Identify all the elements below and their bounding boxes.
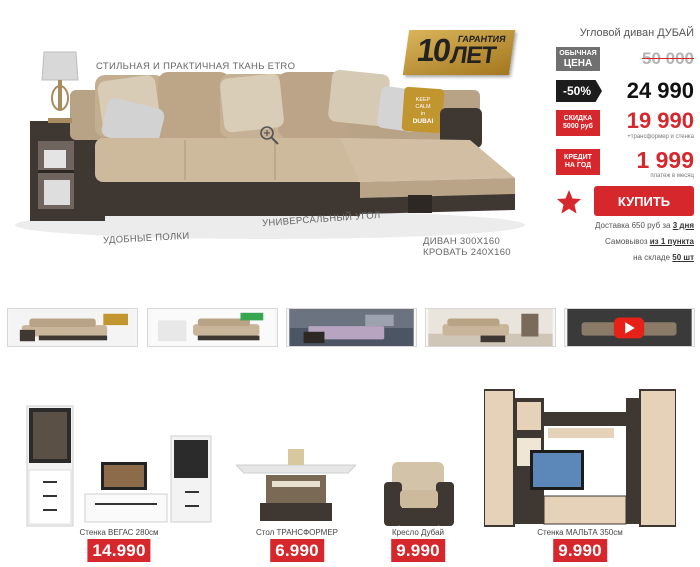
caption-fabric: СТИЛЬНАЯ И ПРАКТИЧНАЯ ТКАНЬ ETRO: [96, 61, 296, 72]
product-title: Угловой диван ДУБАЙ: [579, 27, 694, 39]
lamp-icon: [41, 51, 79, 123]
caption-size-sofa: ДИВАН 300x160: [423, 236, 501, 247]
product-name-vegas[interactable]: Стенка ВЕГАС 280см: [79, 528, 158, 537]
delivery-link[interactable]: 3 дня: [673, 221, 694, 230]
discount-tag: -50%: [556, 80, 602, 102]
product-name-malta[interactable]: Стенка МАЛЬТА 350см: [537, 528, 622, 537]
credit-tag: КРЕДИТ НА ГОД: [556, 149, 600, 175]
regular-tag-line2: ЦЕНА: [563, 57, 593, 69]
thumbnail-sofa-guarantee[interactable]: [7, 308, 138, 347]
caption-size-bed: КРОВАТЬ 240x160: [423, 247, 511, 258]
promo-note: +трансформер и стенка: [627, 134, 694, 140]
regular-price-row: ОБЫЧНАЯ ЦЕНА 50 000: [556, 47, 694, 71]
guarantee-number: 10: [414, 32, 452, 68]
caption-size: ДИВАН 300x160 КРОВАТЬ 240x160: [423, 236, 513, 258]
buy-row: КУПИТЬ: [548, 186, 694, 218]
thumbnail-video[interactable]: [564, 308, 695, 347]
product-image-malta[interactable]: [484, 388, 676, 528]
zoom-icon[interactable]: [258, 124, 280, 146]
pillow-text-keep: KEEP: [416, 97, 431, 103]
pickup-text: Самовывоз: [605, 237, 648, 246]
stock-link[interactable]: 50 шт: [672, 253, 694, 262]
product-name-armchair[interactable]: Кресло Дубай: [392, 528, 444, 537]
product-image-table[interactable]: [236, 445, 356, 527]
credit-price-value: 1 999: [636, 147, 694, 173]
promo-price-value: 19 990: [626, 108, 694, 133]
product-price-armchair: 9.990: [391, 539, 445, 562]
stock-info: на складе 50 шт: [633, 253, 694, 262]
pickup-info: Самовывоз из 1 пункта: [605, 237, 694, 246]
credit-tag-line1: КРЕДИТ: [564, 154, 592, 161]
product-image-vegas[interactable]: [25, 400, 215, 530]
product-price-vegas: 14.990: [87, 539, 151, 562]
thumbnail-sofa-bed-room[interactable]: [286, 308, 417, 347]
credit-row: КРЕДИТ НА ГОД 1 999 платеж в месяц: [556, 147, 694, 179]
stock-text: на складе: [633, 253, 671, 262]
delivery-text: Доставка 650 руб за: [594, 221, 671, 230]
regular-price-tag: ОБЫЧНАЯ ЦЕНА: [556, 47, 600, 71]
thumbnail-strip: [7, 308, 697, 348]
product-name-table[interactable]: Стол ТРАНСФОРМЕР: [256, 528, 338, 537]
pillow-text-calm: CALM: [415, 104, 431, 110]
discount-price-value: 24 990: [626, 78, 694, 103]
regular-price-value: 50 000: [642, 49, 694, 68]
buy-button[interactable]: КУПИТЬ: [594, 186, 694, 216]
product-price-malta: 9.990: [553, 539, 607, 562]
promo-tag: СКИДКА 5000 руб: [556, 110, 600, 136]
hero-image[interactable]: KEEP CALM in DUBAI СТИЛЬНАЯ И ПРАКТИЧНАЯ…: [0, 0, 548, 300]
delivery-info: Доставка 650 руб за 3 дня: [595, 221, 694, 230]
discount-row: -50% 24 990: [556, 78, 694, 103]
product-price-table: 6.990: [270, 539, 324, 562]
product-image-armchair[interactable]: [378, 460, 460, 528]
thumbnail-sofa-living-room[interactable]: [425, 308, 556, 347]
thumbnail-sofa-features[interactable]: [147, 308, 278, 347]
credit-note: платеж в месяц: [650, 173, 694, 179]
star-icon[interactable]: [556, 189, 582, 215]
pillow-text-in: in: [421, 111, 425, 117]
promo-tag-line2: 5000 руб: [563, 123, 593, 130]
product-info-panel: Угловой диван ДУБАЙ ОБЫЧНАЯ ЦЕНА 50 000 …: [548, 0, 700, 300]
pillow-text-dubai: DUBAI: [413, 118, 434, 125]
pickup-link[interactable]: из 1 пункта: [650, 237, 694, 246]
guarantee-unit: ЛЕТ: [448, 42, 497, 69]
promo-tag-line1: СКИДКА: [563, 115, 593, 122]
guarantee-badge: 10 ГАРАНТИЯ ЛЕТ: [402, 30, 516, 75]
regular-tag-line1: ОБЫЧНАЯ: [559, 49, 597, 57]
credit-tag-line2: НА ГОД: [564, 162, 592, 169]
promo-row: СКИДКА 5000 руб 19 990 +трансформер и ст…: [556, 108, 694, 140]
